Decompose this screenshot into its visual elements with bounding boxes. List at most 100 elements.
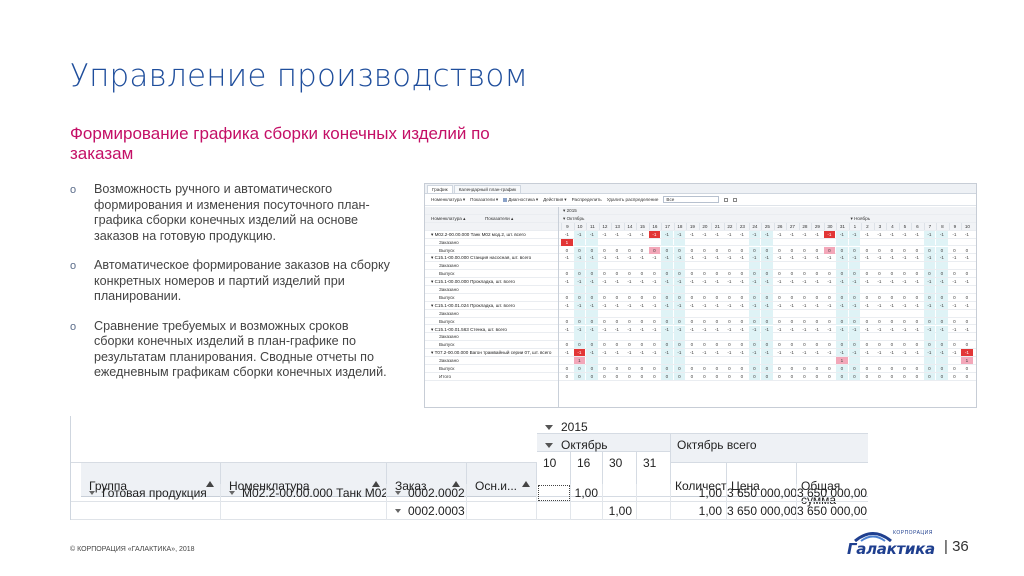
grid-cell[interactable]: 0 — [686, 247, 698, 254]
grid-cell[interactable]: -1 — [961, 254, 973, 261]
grid-cell[interactable]: -1 — [911, 326, 923, 333]
grid-cell[interactable]: 0 — [711, 341, 723, 348]
grid-cell[interactable]: -1 — [786, 302, 798, 309]
grid-cell[interactable]: -1 — [786, 278, 798, 285]
day-header[interactable]: 11 — [586, 222, 598, 230]
month-header[interactable]: Октябрь — [537, 434, 671, 452]
day-header[interactable]: 22 — [723, 222, 736, 230]
cell-day-16[interactable] — [571, 502, 603, 520]
grid-cell[interactable]: 0 — [636, 294, 648, 301]
grid-cell[interactable]: -1 — [661, 349, 673, 357]
grid-cell[interactable]: -1 — [911, 278, 923, 285]
grid-cell[interactable]: -1 — [824, 278, 836, 285]
grid-cell[interactable] — [936, 357, 948, 365]
grid-cell[interactable] — [624, 239, 636, 246]
grid-cell[interactable]: 0 — [861, 318, 873, 325]
grid-cell[interactable]: -1 — [786, 254, 798, 261]
grid-cell[interactable] — [636, 310, 648, 317]
grid-cell[interactable] — [736, 286, 748, 293]
grid-cell[interactable] — [911, 262, 923, 269]
grid-cell[interactable] — [824, 286, 836, 293]
grid-cell[interactable] — [811, 333, 823, 340]
grid-cell[interactable]: 0 — [874, 341, 886, 348]
grid-cell[interactable]: 0 — [624, 294, 636, 301]
grid-cell[interactable]: 0 — [736, 294, 748, 301]
grid-cell[interactable]: -1 — [599, 231, 611, 238]
grid-cell[interactable]: -1 — [961, 349, 973, 357]
grid-cell[interactable]: -1 — [724, 349, 736, 356]
grid-cell[interactable] — [774, 357, 786, 364]
grid-cell[interactable]: -1 — [686, 326, 698, 333]
grid-cell[interactable]: -1 — [561, 231, 573, 238]
grid-cell[interactable]: -1 — [748, 349, 761, 357]
grid-cell[interactable]: 0 — [848, 341, 861, 349]
grid-cell[interactable]: 0 — [649, 341, 661, 348]
grid-cell[interactable]: -1 — [836, 325, 848, 333]
table-row[interactable]: ▾ С15.1-00.00.000 Прокладка, шт. всего -1… — [425, 278, 976, 286]
grid-cell[interactable]: -1 — [611, 278, 623, 285]
grid-cell[interactable]: 0 — [824, 318, 836, 325]
grid-cell[interactable]: -1 — [699, 278, 711, 285]
grid-cell[interactable]: -1 — [611, 326, 623, 333]
grid-cell[interactable]: 0 — [799, 247, 811, 254]
grid-cell[interactable] — [711, 239, 723, 246]
grid-cell[interactable]: -1 — [911, 231, 923, 238]
day-header[interactable]: 16 — [648, 222, 661, 230]
grid-cell[interactable]: 0 — [699, 373, 711, 380]
grid-cell[interactable]: 0 — [949, 270, 961, 277]
grid-cell[interactable]: 0 — [874, 247, 886, 254]
grid-cell[interactable] — [936, 333, 948, 341]
grid-cell[interactable]: -1 — [848, 301, 861, 309]
grid-cell[interactable] — [736, 262, 748, 269]
grid-cell[interactable]: -1 — [636, 254, 648, 261]
grid-cell[interactable]: 0 — [561, 270, 573, 277]
grid-cell[interactable]: 0 — [624, 365, 636, 372]
day-header[interactable]: 31 — [836, 222, 848, 230]
grid-cell[interactable]: 0 — [711, 318, 723, 325]
cell-day-16[interactable]: 1,00 — [571, 484, 603, 502]
grid-cell[interactable]: 0 — [599, 270, 611, 277]
grid-cell[interactable]: 0 — [774, 247, 786, 254]
grid-cell[interactable]: 0 — [661, 293, 673, 301]
grid-cell[interactable]: 0 — [586, 341, 598, 349]
grid-cell[interactable]: -1 — [961, 278, 973, 285]
grid-cell[interactable]: 0 — [936, 317, 948, 325]
grid-cell[interactable]: -1 — [824, 254, 836, 261]
grid-cell[interactable]: 0 — [748, 317, 761, 325]
grid-cell[interactable]: 0 — [748, 270, 761, 278]
grid-cell[interactable] — [899, 262, 911, 269]
grid-cell[interactable]: 0 — [736, 373, 748, 380]
grid-cell[interactable]: -1 — [586, 254, 598, 262]
grid-cell[interactable]: -1 — [599, 254, 611, 261]
grid-cell[interactable]: -1 — [736, 278, 748, 285]
grid-cell[interactable]: 0 — [661, 270, 673, 278]
chevron-down-icon[interactable] — [395, 490, 401, 495]
grid-cell[interactable] — [786, 333, 798, 340]
grid-cell[interactable] — [923, 286, 936, 293]
grid-cell[interactable]: 0 — [599, 318, 611, 325]
grid-cell[interactable]: 0 — [911, 294, 923, 301]
grid-cell[interactable]: -1 — [624, 326, 636, 333]
grid-cell[interactable] — [961, 262, 973, 269]
grid-cell[interactable]: -1 — [748, 325, 761, 333]
grid-cell[interactable] — [711, 357, 723, 364]
grid-cell[interactable] — [911, 357, 923, 364]
grid-cell[interactable]: -1 — [874, 278, 886, 285]
grid-cell[interactable]: -1 — [649, 326, 661, 333]
grid-cell[interactable]: 0 — [774, 294, 786, 301]
day-header[interactable]: 14 — [623, 222, 636, 230]
day-header[interactable]: 2 — [861, 222, 873, 230]
grid-cell[interactable] — [824, 333, 836, 340]
grid-cell[interactable]: -1 — [861, 254, 873, 261]
grid-cell[interactable]: -1 — [823, 230, 836, 238]
grid-cell[interactable]: -1 — [836, 278, 848, 286]
grid-cell[interactable]: -1 — [649, 302, 661, 309]
day-header[interactable]: 20 — [698, 222, 711, 230]
grid-cell[interactable]: 0 — [899, 341, 911, 348]
grid-cell[interactable]: -1 — [624, 254, 636, 261]
cell-day-31[interactable] — [637, 502, 671, 520]
grid-cell[interactable]: -1 — [636, 326, 648, 333]
table-row[interactable]: Заказано — [425, 286, 976, 294]
grid-cell[interactable] — [774, 286, 786, 293]
grid-cell[interactable]: -1 — [673, 254, 686, 262]
